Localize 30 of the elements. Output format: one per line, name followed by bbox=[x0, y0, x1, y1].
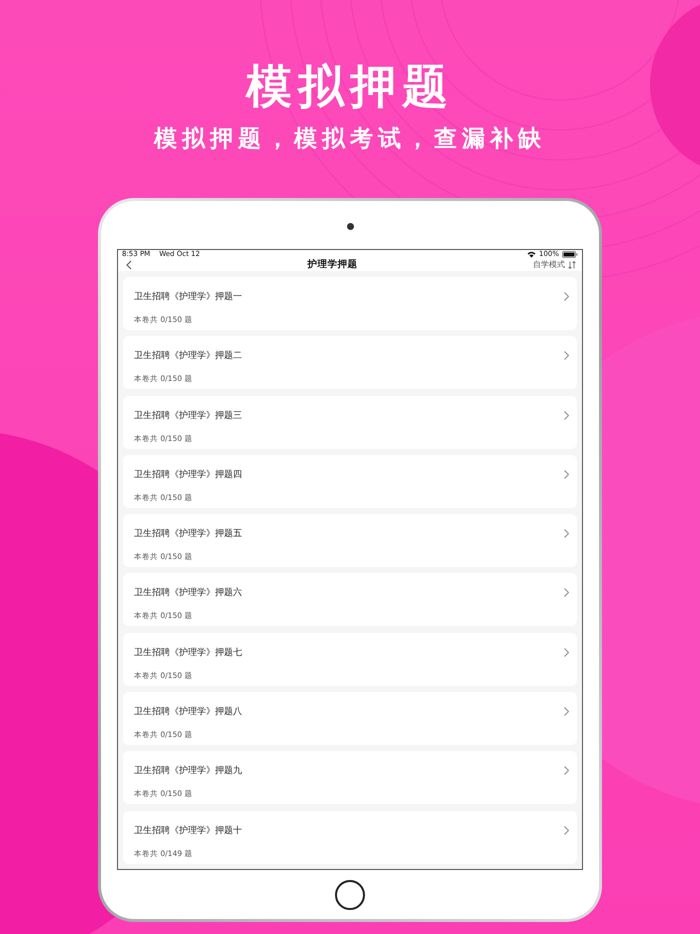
paper-title: 卫生招聘《护理学》押题一 bbox=[134, 290, 242, 303]
chevron-icon bbox=[564, 292, 569, 301]
paper-title: 卫生招聘《护理学》押题二 bbox=[134, 350, 242, 362]
chevron-icon bbox=[564, 351, 569, 360]
paper-title: 卫生招聘《护理学》押题十 bbox=[134, 824, 242, 837]
chevron-icon bbox=[564, 529, 569, 538]
chevron-icon bbox=[564, 410, 569, 420]
home-button[interactable] bbox=[335, 880, 365, 910]
paper-title: 卫生招聘《护理学》押题四 bbox=[134, 468, 242, 481]
chevron-icon bbox=[564, 648, 569, 657]
battery-icon bbox=[562, 250, 578, 258]
paper-title: 卫生招聘《护理学》押题三 bbox=[134, 410, 242, 422]
sort-icon bbox=[568, 260, 576, 268]
camera-icon bbox=[346, 223, 354, 230]
paper-title: 卫生招聘《护理学》押题五 bbox=[134, 528, 242, 540]
mode-button[interactable]: 自学模式 bbox=[533, 259, 576, 270]
subtitle: 模拟押题，模拟考试，查漏补缺 bbox=[154, 125, 546, 154]
paper-title: 卫生招聘《护理学》押题八 bbox=[134, 706, 242, 718]
headline: 模拟押题 bbox=[246, 60, 454, 112]
wifi-icon bbox=[526, 250, 536, 258]
paper-title: 卫生招聘《护理学》押题九 bbox=[134, 764, 242, 778]
chevron-icon bbox=[564, 470, 569, 479]
chevron-icon bbox=[564, 826, 569, 835]
chevron-icon bbox=[564, 588, 569, 598]
chevron-icon bbox=[564, 766, 569, 776]
chevron-icon bbox=[564, 707, 569, 716]
back-button[interactable] bbox=[126, 260, 132, 270]
page-title: 护理学押题 bbox=[308, 258, 358, 271]
paper-title: 卫生招聘《护理学》押题六 bbox=[134, 586, 242, 600]
paper-title: 卫生招聘《护理学》押题七 bbox=[134, 646, 242, 659]
